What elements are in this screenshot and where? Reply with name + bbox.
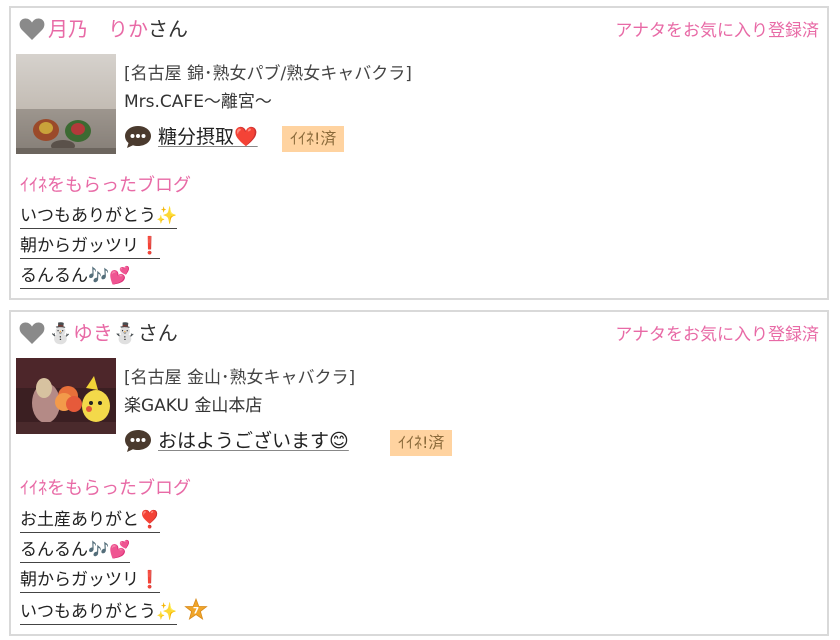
latest-blog-title[interactable]: おはようございます😊 — [158, 426, 349, 456]
snowman-icon: ⛄ — [112, 321, 138, 345]
liked-blogs-label: ｲｲﾈをもらったブログ — [20, 175, 191, 196]
iine-done-badge: ｲｲﾈ!済 — [390, 430, 453, 456]
shop-name[interactable]: Mrs.CAFE～離宮～ — [124, 87, 272, 112]
liked-blogs-label: ｲｲﾈをもらったブログ — [20, 478, 191, 499]
svg-text:7: 7 — [193, 607, 199, 617]
liked-blog-link[interactable]: るんるん🎶💕 — [20, 264, 131, 289]
iine-done-badge: ｲｲﾈ!済 — [282, 126, 345, 152]
blog-thumbnail[interactable] — [16, 54, 116, 154]
honorific: さん — [148, 17, 188, 41]
latest-blog-title[interactable]: 糖分摂取❤️ — [158, 122, 258, 152]
girl-name-row[interactable]: 月乃 りかさん — [48, 14, 188, 44]
favorite-status: アナタをお気に入り登録済 — [615, 21, 819, 41]
heart-icon[interactable] — [19, 17, 45, 41]
shop-name[interactable]: 楽GAKU 金山本店 — [124, 391, 262, 416]
girl-name-row[interactable]: ⛄ゆき⛄さん — [48, 318, 178, 348]
liked-blog-link[interactable]: 朝からガッツリ❗️ — [20, 234, 161, 259]
speech-bubble-icon — [125, 126, 151, 148]
favorite-status: アナタをお気に入り登録済 — [615, 325, 819, 345]
liked-blog-link[interactable]: るんるん🎶💕 — [20, 538, 131, 563]
honorific: さん — [137, 321, 178, 345]
shop-category: [名古屋 金山･熟女キャバクラ] — [124, 368, 356, 388]
liked-blog-link[interactable]: いつもありがとう✨ — [20, 600, 178, 625]
girl-name[interactable]: ゆき — [73, 321, 113, 345]
liked-blog-link[interactable]: 朝からガッツリ❗️ — [20, 568, 161, 593]
liked-blog-link[interactable]: お土産ありがと❣️ — [20, 508, 161, 533]
girl-name[interactable]: 月乃 りか — [48, 17, 148, 41]
liked-blog-row: いつもありがとう✨ 7 — [20, 597, 208, 625]
heart-icon[interactable] — [19, 321, 45, 345]
speech-bubble-icon — [125, 430, 151, 452]
girl-card: ⛄ゆき⛄さん アナタをお気に入り登録済 [名古屋 金山･熟女キャバクラ] 楽GA… — [9, 310, 829, 636]
girl-card: 月乃 りかさん アナタをお気に入り登録済 [名古屋 錦･熟女パブ/熟女キャバクラ… — [9, 6, 829, 300]
blog-thumbnail[interactable] — [16, 358, 116, 434]
liked-blog-link[interactable]: いつもありがとう✨ — [20, 204, 178, 229]
snowman-icon: ⛄ — [48, 321, 73, 345]
star-badge-icon: 7 — [184, 597, 208, 620]
shop-category: [名古屋 錦･熟女パブ/熟女キャバクラ] — [124, 64, 412, 84]
